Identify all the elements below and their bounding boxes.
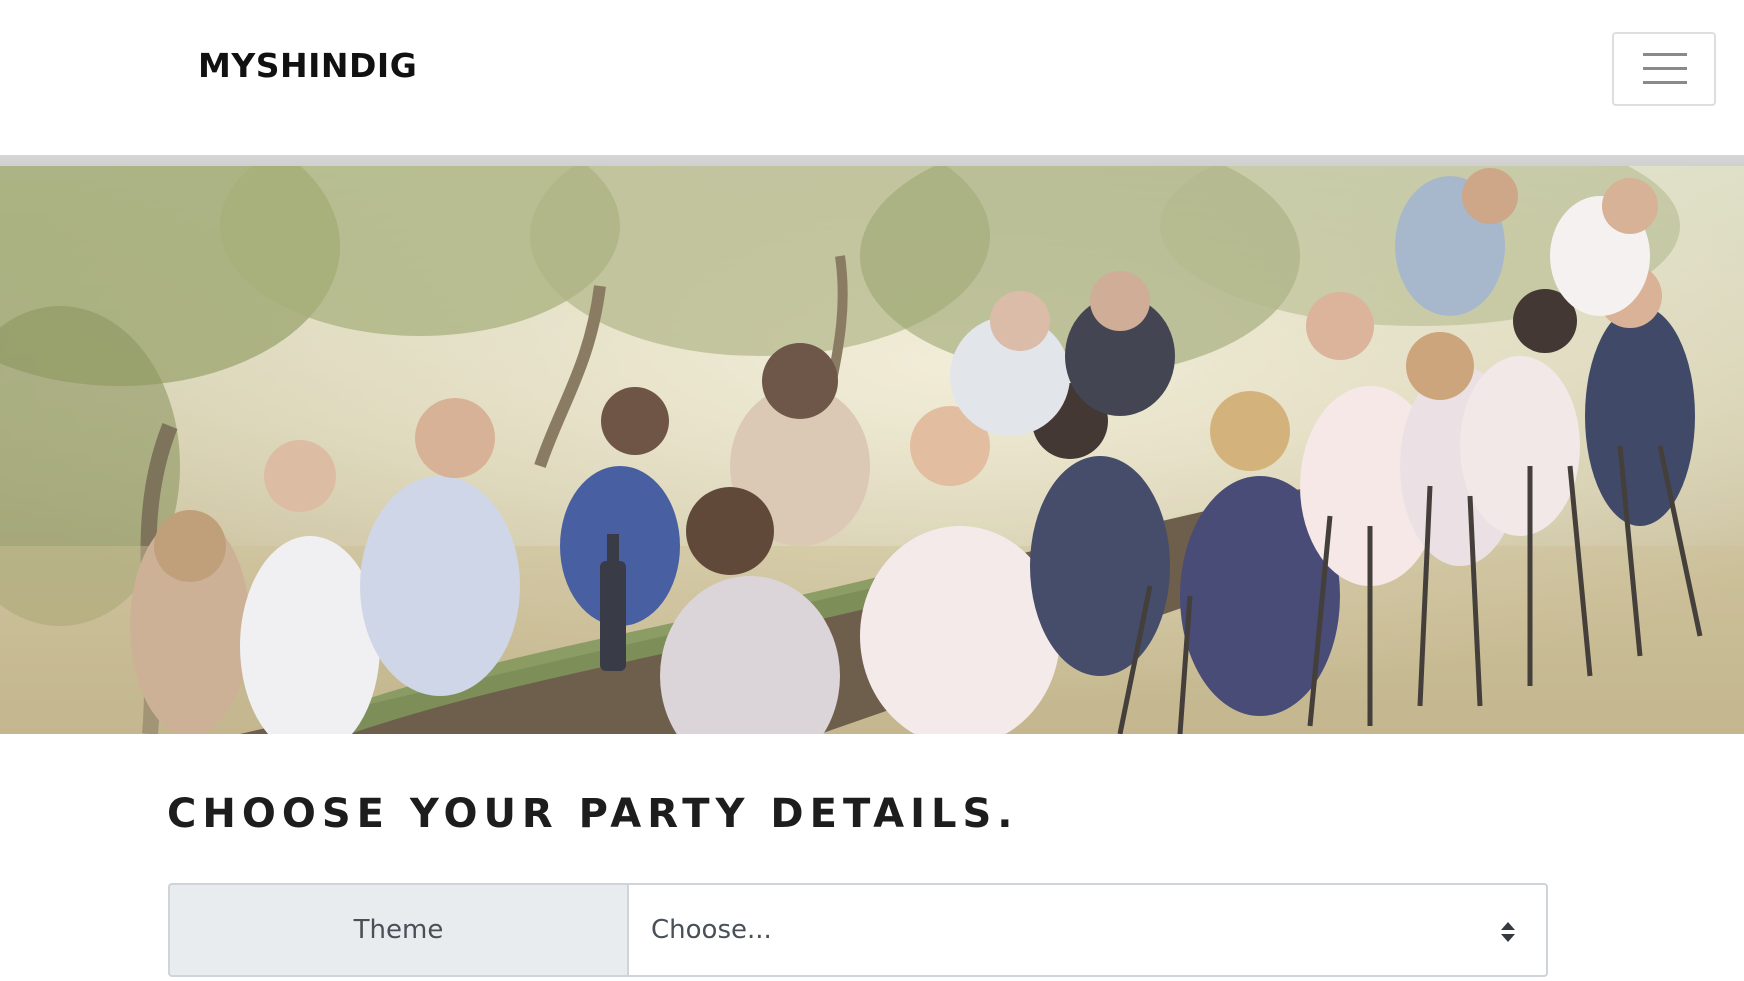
theme-input-group: Theme Choose... — [168, 883, 1548, 977]
section-title: CHOOSE YOUR PARTY DETAILS. — [167, 791, 1019, 837]
theme-select[interactable]: Choose... — [627, 883, 1548, 977]
hero-image — [0, 166, 1744, 734]
theme-select-value: Choose... — [651, 915, 772, 945]
menu-toggle-button[interactable] — [1612, 32, 1716, 106]
navbar: MYSHINDIG — [0, 0, 1744, 155]
brand-logo[interactable]: MYSHINDIG — [198, 46, 417, 85]
theme-label: Theme — [168, 883, 627, 977]
select-arrows-icon — [1501, 922, 1515, 942]
navbar-divider — [0, 155, 1744, 166]
